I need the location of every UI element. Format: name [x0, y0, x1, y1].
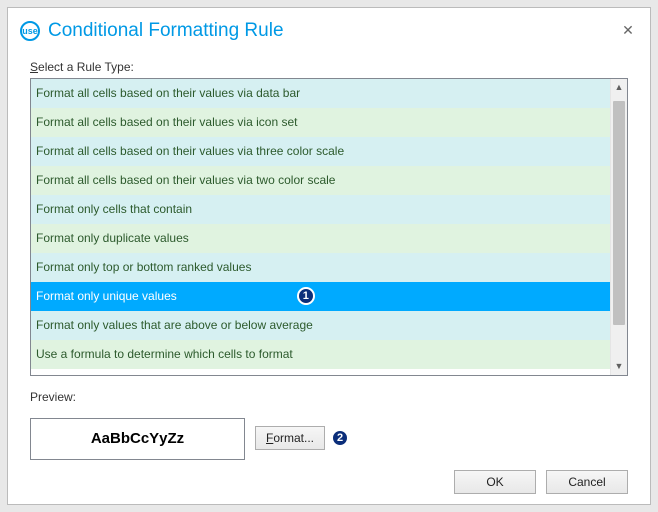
preview-box: AaBbCcYyZz [30, 418, 245, 460]
rule-type-item[interactable]: Format all cells based on their values v… [31, 108, 610, 137]
rule-type-list-container: Format all cells based on their values v… [30, 78, 628, 376]
scroll-up-icon[interactable]: ▲ [611, 79, 627, 96]
close-icon[interactable]: ✕ [618, 22, 638, 39]
format-accel: F [266, 431, 273, 445]
rule-type-text: Format all cells based on their values v… [36, 86, 300, 100]
dialog-content: Select a Rule Type: Format all cells bas… [8, 50, 650, 460]
rule-type-text: Format all cells based on their values v… [36, 144, 344, 158]
rule-type-item[interactable]: Format only top or bottom ranked values [31, 253, 610, 282]
select-rule-type-accel: S [30, 60, 38, 74]
rule-type-text: Format only duplicate values [36, 231, 189, 245]
scroll-down-icon[interactable]: ▼ [611, 358, 627, 375]
rule-type-text: Format only values that are above or bel… [36, 318, 313, 332]
scrollbar[interactable]: ▲ ▼ [610, 79, 627, 375]
format-button[interactable]: Format... [255, 426, 325, 450]
rule-type-list[interactable]: Format all cells based on their values v… [31, 79, 610, 375]
preview-row: AaBbCcYyZz Format... 2 [30, 418, 628, 460]
rule-type-text: Format all cells based on their values v… [36, 115, 297, 129]
rule-type-text: Format all cells based on their values v… [36, 173, 335, 187]
rule-type-item[interactable]: Format only duplicate values [31, 224, 610, 253]
rule-type-item[interactable]: Format all cells based on their values v… [31, 137, 610, 166]
rule-type-item[interactable]: Format only values that are above or bel… [31, 311, 610, 340]
callout-badge-2: 2 [331, 429, 349, 447]
ok-button[interactable]: OK [454, 470, 536, 494]
title-bar: use Conditional Formatting Rule ✕ [8, 8, 650, 50]
dialog: use Conditional Formatting Rule ✕ Select… [7, 7, 651, 505]
callout-badge-1: 1 [297, 287, 315, 305]
rule-type-text: Format only cells that contain [36, 202, 192, 216]
rule-type-item[interactable]: Format only cells that contain [31, 195, 610, 224]
dialog-footer: OK Cancel [8, 460, 650, 504]
rule-type-item[interactable]: Format only unique values 1 [31, 282, 610, 311]
select-rule-type-text: elect a Rule Type: [38, 60, 134, 74]
dialog-title: Conditional Formatting Rule [48, 20, 618, 42]
select-rule-type-label: Select a Rule Type: [30, 60, 628, 74]
rule-type-item[interactable]: Format all cells based on their values v… [31, 166, 610, 195]
format-rest: ormat... [273, 431, 314, 445]
format-button-wrap: Format... 2 [255, 426, 349, 450]
rule-type-text: Use a formula to determine which cells t… [36, 347, 293, 361]
app-icon: use [20, 21, 40, 41]
rule-type-text: Format only top or bottom ranked values [36, 260, 251, 274]
rule-type-item[interactable]: Format all cells based on their values v… [31, 79, 610, 108]
rule-type-text: Format only unique values [36, 289, 177, 303]
preview-label: Preview: [30, 390, 628, 404]
scroll-thumb[interactable] [613, 101, 625, 325]
cancel-button[interactable]: Cancel [546, 470, 628, 494]
rule-type-item[interactable]: Use a formula to determine which cells t… [31, 340, 610, 369]
